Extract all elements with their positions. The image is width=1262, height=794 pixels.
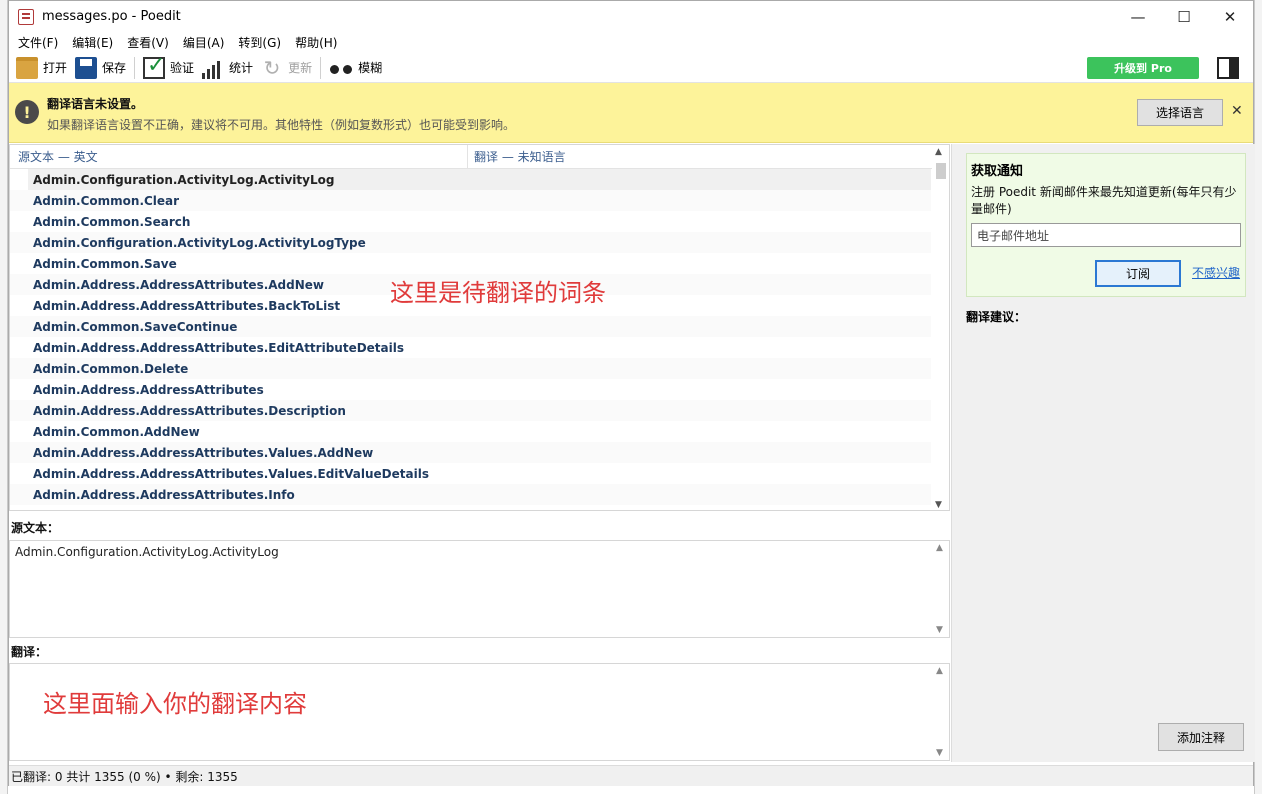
- scroll-up-icon[interactable]: ▲: [936, 543, 943, 553]
- poedit-window: messages.po - Poedit — ☐ ✕ 文件(F) 编辑(E) 查…: [8, 0, 1255, 786]
- newsletter-title: 获取通知: [971, 164, 1024, 179]
- menu-catalog[interactable]: 编目(A): [176, 34, 232, 51]
- folder-icon: [16, 56, 38, 79]
- list-item[interactable]: Admin.Address.AddressAttributes.Info: [10, 484, 931, 505]
- list-item[interactable]: Admin.Address.AddressAttributes.Descript…: [10, 400, 931, 421]
- scroll-up-icon[interactable]: ▲: [935, 147, 942, 157]
- stats-label: 统计: [229, 61, 254, 75]
- menu-view[interactable]: 查看(V): [120, 34, 176, 51]
- open-label: 打开: [43, 61, 68, 75]
- translation-annotation: 这里面输入你的翻译内容: [43, 690, 307, 718]
- list-item[interactable]: Admin.Common.Clear: [10, 190, 931, 211]
- warning-description: 如果翻译语言设置不正确，建议将不可用。其他特性（例如复数形式）也可能受到影响。: [47, 118, 516, 132]
- maximize-icon: ☐: [1177, 7, 1191, 26]
- toolbar-separator: [320, 56, 322, 79]
- menu-goto[interactable]: 转到(G): [231, 34, 288, 51]
- save-button[interactable]: 保存: [71, 54, 130, 82]
- column-translation[interactable]: 翻译 — 未知语言: [468, 148, 566, 165]
- source-text-box[interactable]: Admin.Configuration.ActivityLog.Activity…: [9, 540, 950, 638]
- title-bar: messages.po - Poedit — ☐ ✕: [9, 1, 1253, 32]
- fuzzy-button[interactable]: 模糊: [325, 54, 386, 82]
- stats-button[interactable]: 统计: [198, 54, 257, 82]
- suggestions-label: 翻译建议：: [966, 310, 1027, 324]
- open-button[interactable]: 打开: [12, 54, 71, 82]
- maximize-button[interactable]: ☐: [1161, 1, 1207, 32]
- fuzzy-label: 模糊: [358, 61, 383, 75]
- source-text-label: 源文本：: [11, 521, 60, 535]
- list-item[interactable]: Admin.Address.AddressAttributes.Values.A…: [10, 442, 931, 463]
- sidebar-toggle-icon[interactable]: [1217, 56, 1239, 79]
- list-rows: Admin.Configuration.ActivityLog.Activity…: [10, 169, 931, 505]
- source-scrollbar[interactable]: ▲ ▼: [935, 543, 947, 635]
- menu-help[interactable]: 帮助(H): [288, 34, 344, 51]
- list-item[interactable]: Admin.Common.Save: [10, 253, 931, 274]
- warning-close-icon[interactable]: ✕: [1231, 103, 1243, 119]
- floppy-disk-icon: [75, 56, 98, 79]
- save-label: 保存: [102, 61, 127, 75]
- close-icon: ✕: [1223, 7, 1237, 26]
- update-label: 更新: [288, 61, 313, 75]
- close-button[interactable]: ✕: [1207, 1, 1253, 32]
- list-item[interactable]: Admin.Configuration.ActivityLog.Activity…: [10, 232, 931, 253]
- status-bar: 已翻译: 0 共计 1355 (0 %) • 剩余: 1355: [9, 765, 1253, 786]
- validate-label: 验证: [170, 61, 195, 75]
- scroll-down-icon[interactable]: ▼: [936, 625, 943, 635]
- menu-bar: 文件(F) 编辑(E) 查看(V) 编目(A) 转到(G) 帮助(H): [9, 32, 1253, 53]
- language-warning-bar: ! 翻译语言未设置。 如果翻译语言设置不正确，建议将不可用。其他特性（例如复数形…: [9, 83, 1253, 143]
- refresh-icon: ↻: [263, 55, 281, 80]
- list-item[interactable]: Admin.Common.AddNew: [10, 421, 931, 442]
- scroll-up-icon[interactable]: ▲: [936, 666, 943, 676]
- list-item[interactable]: Admin.Address.AddressAttributes: [10, 379, 931, 400]
- column-source[interactable]: 源文本 — 英文: [10, 145, 468, 168]
- background-window-left: [0, 0, 8, 794]
- not-interested-link[interactable]: 不感兴趣: [1192, 264, 1240, 281]
- source-text: Admin.Configuration.ActivityLog.Activity…: [15, 545, 279, 559]
- minimize-icon: —: [1130, 7, 1146, 26]
- strings-list: 源文本 — 英文 翻译 — 未知语言 Admin.Configuration.A…: [9, 144, 950, 511]
- choose-language-button[interactable]: 选择语言: [1137, 99, 1223, 126]
- toolbar-separator: [134, 56, 136, 79]
- newsletter-description: 注册 Poedit 新闻邮件来最先知道更新(每年只有少量邮件): [971, 185, 1237, 216]
- list-annotation: 这里是待翻译的词条: [390, 279, 606, 307]
- list-item[interactable]: Admin.Configuration.ActivityLog.Activity…: [28, 169, 931, 190]
- toolbar: 打开 保存 验证 统计 ↻ 更新 模糊 升级到 Pro: [9, 53, 1253, 83]
- translation-input[interactable]: 这里面输入你的翻译内容 ▲ ▼: [9, 663, 950, 761]
- list-item[interactable]: Admin.Common.Search: [10, 211, 931, 232]
- sidebar: 获取通知 注册 Poedit 新闻邮件来最先知道更新(每年只有少量邮件) 电子邮…: [951, 144, 1255, 762]
- menu-file[interactable]: 文件(F): [11, 34, 65, 51]
- email-field[interactable]: 电子邮件地址: [971, 223, 1241, 247]
- checkbox-check-icon: [143, 53, 165, 79]
- poedit-app-icon: [18, 8, 34, 25]
- upgrade-pro-button[interactable]: 升级到 Pro: [1087, 56, 1199, 79]
- background-window-right: [1254, 0, 1262, 794]
- status-text: 已翻译: 0 共计 1355 (0 %) • 剩余: 1355: [11, 769, 238, 784]
- scroll-down-icon[interactable]: ▼: [935, 500, 942, 510]
- list-item[interactable]: Admin.Address.AddressAttributes.EditAttr…: [10, 337, 931, 358]
- minimize-button[interactable]: —: [1115, 1, 1161, 32]
- translation-scrollbar[interactable]: ▲ ▼: [935, 666, 947, 758]
- add-comment-button[interactable]: 添加注释: [1158, 723, 1244, 751]
- glasses-icon: [329, 57, 353, 79]
- subscribe-button[interactable]: 订阅: [1095, 260, 1181, 287]
- list-scrollbar[interactable]: ▲ ▼: [932, 147, 949, 510]
- window-controls: — ☐ ✕: [1115, 1, 1253, 32]
- window-title: messages.po - Poedit: [42, 9, 181, 24]
- update-button[interactable]: ↻ 更新: [257, 54, 316, 82]
- scroll-thumb[interactable]: [936, 163, 946, 179]
- newsletter-panel: 获取通知 注册 Poedit 新闻邮件来最先知道更新(每年只有少量邮件) 电子邮…: [966, 153, 1246, 297]
- validate-button[interactable]: 验证: [139, 53, 198, 82]
- bar-chart-icon: [202, 57, 224, 79]
- list-item[interactable]: Admin.Address.AddressAttributes.Values.E…: [10, 463, 931, 484]
- scroll-down-icon[interactable]: ▼: [936, 748, 943, 758]
- translation-label: 翻译：: [11, 645, 48, 659]
- list-header: 源文本 — 英文 翻译 — 未知语言: [10, 145, 949, 169]
- menu-edit[interactable]: 编辑(E): [65, 34, 120, 51]
- warning-title: 翻译语言未设置。: [47, 97, 144, 111]
- warning-icon: !: [15, 100, 39, 124]
- list-item[interactable]: Admin.Common.Delete: [10, 358, 931, 379]
- list-item[interactable]: Admin.Common.SaveContinue: [10, 316, 931, 337]
